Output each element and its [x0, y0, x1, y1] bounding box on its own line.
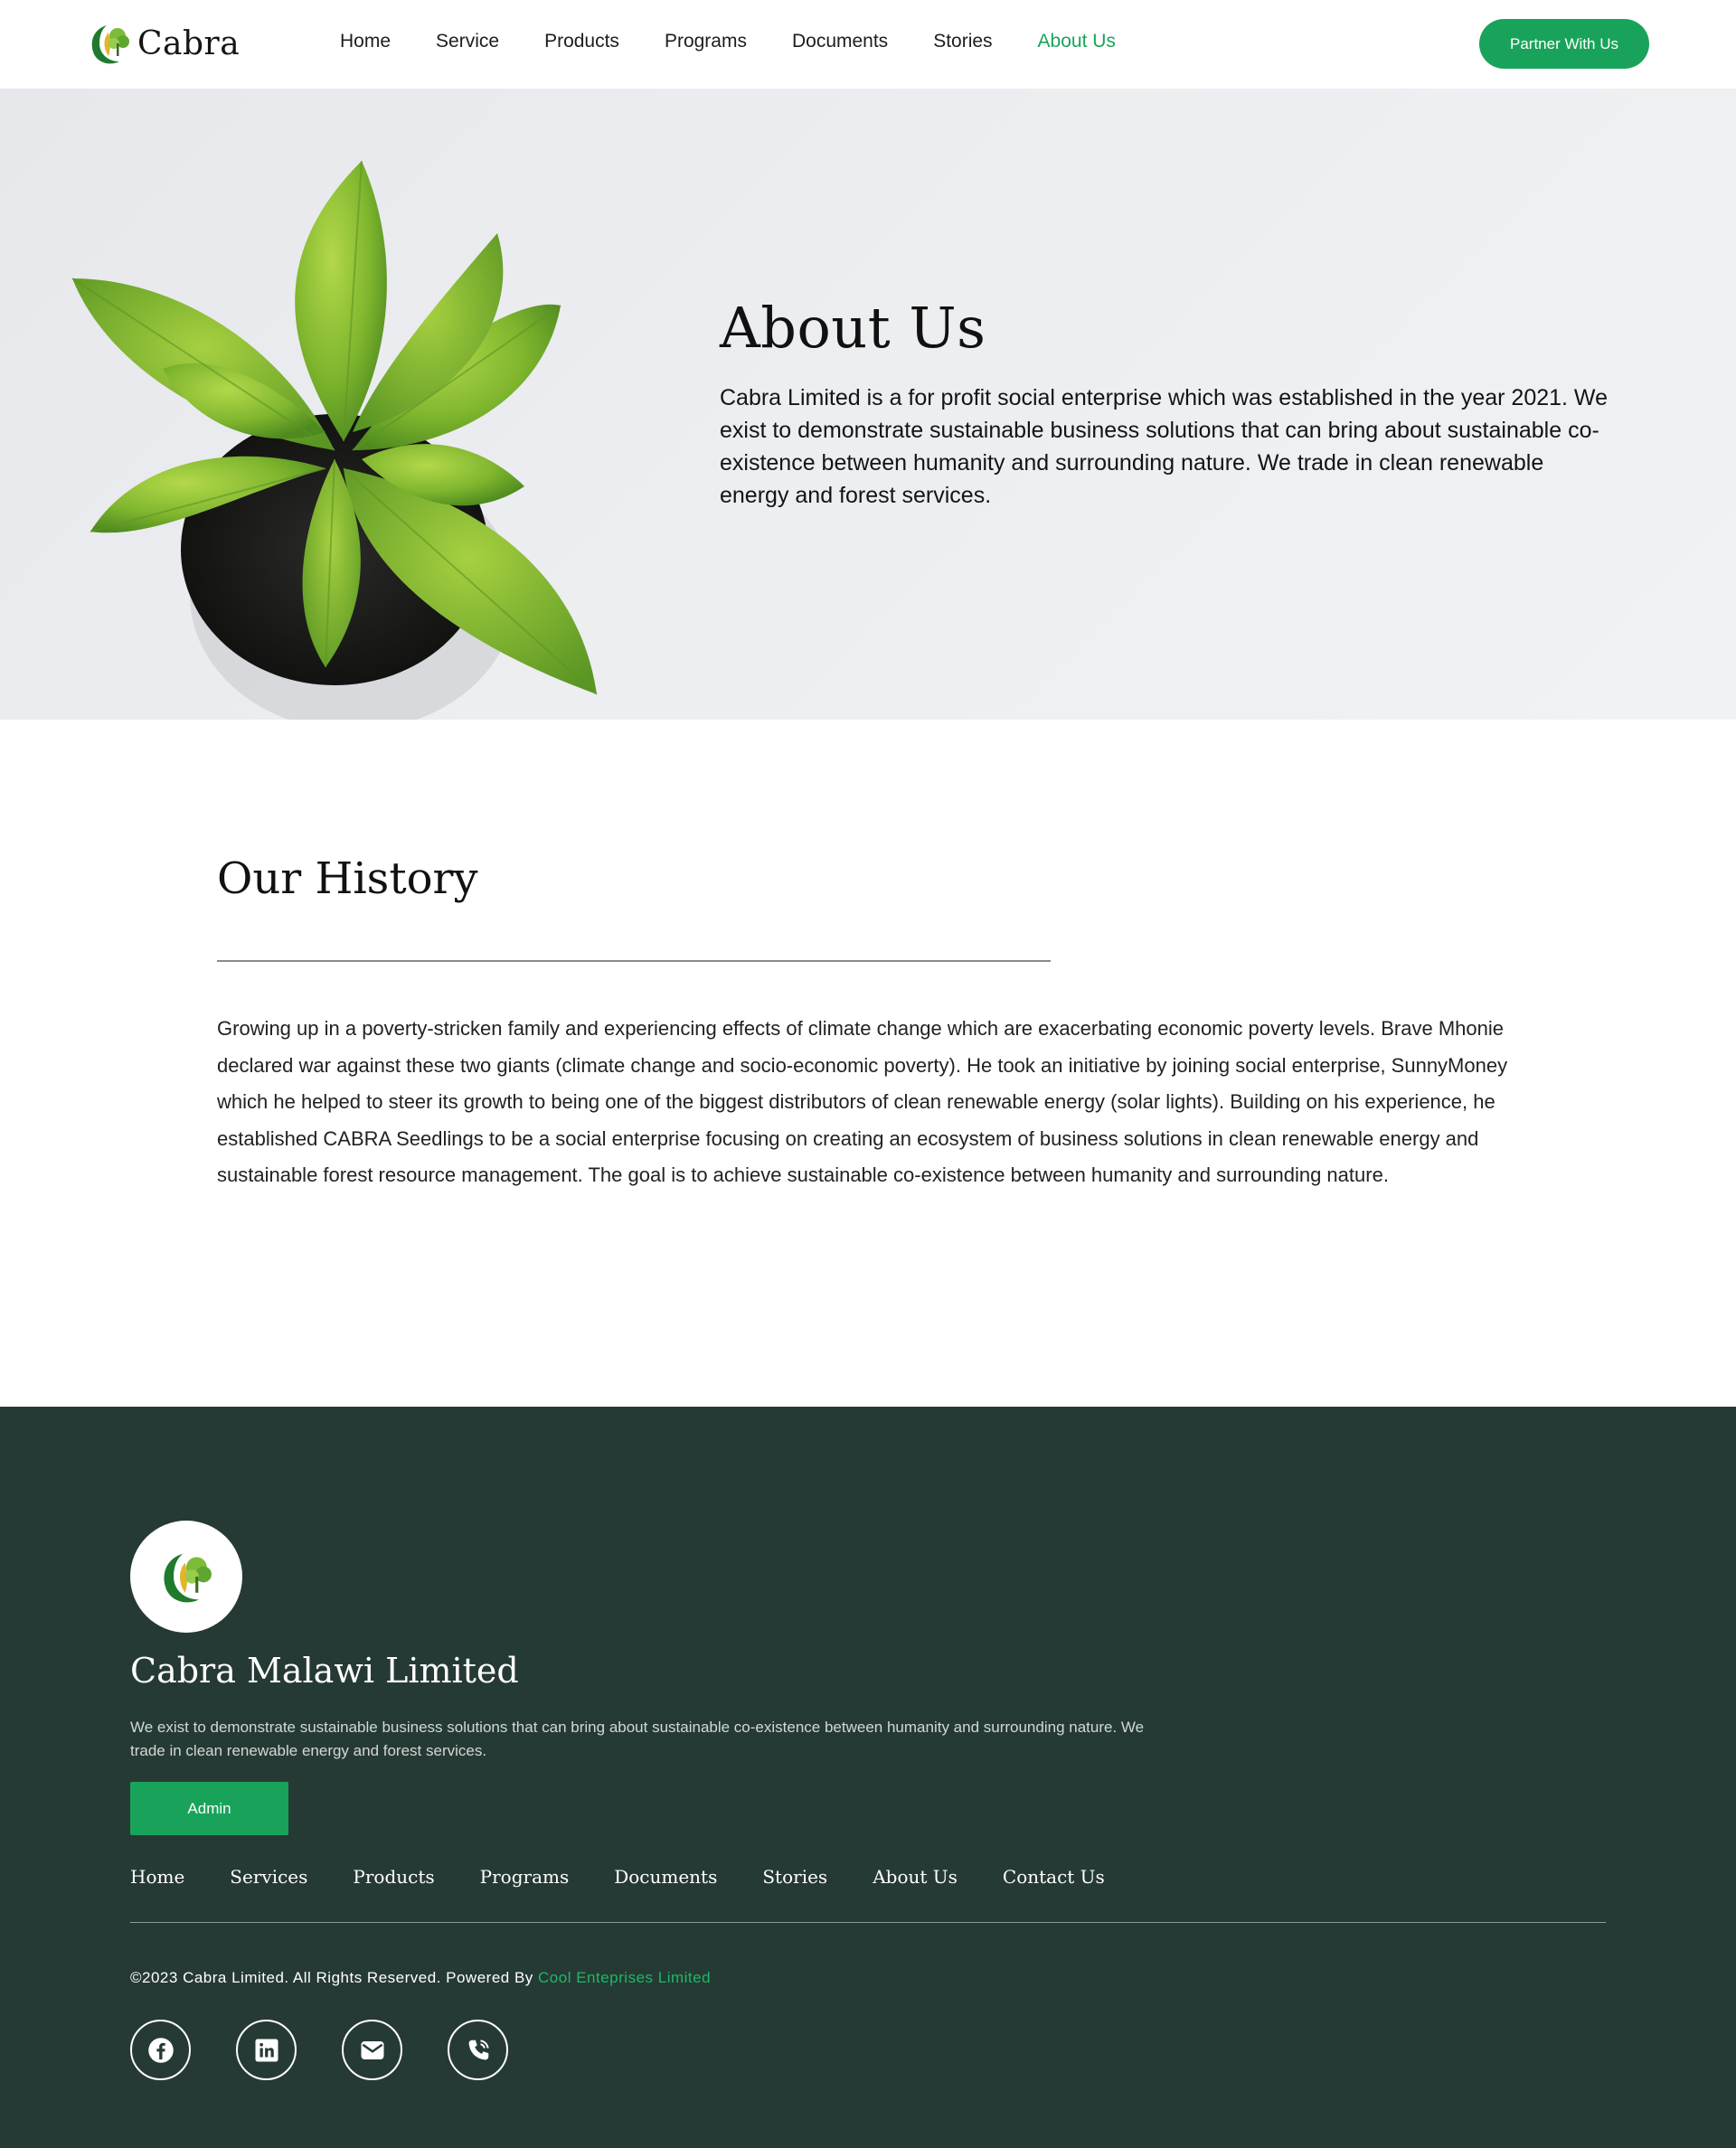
- linkedin-icon: [255, 2039, 278, 2061]
- footer-nav: Home Services Products Programs Document…: [130, 1866, 1150, 1888]
- nav-documents[interactable]: Documents: [792, 31, 888, 52]
- admin-button[interactable]: Admin: [130, 1782, 288, 1835]
- social-links: [130, 2020, 553, 2080]
- footer-nav-products[interactable]: Products: [353, 1866, 434, 1888]
- partner-with-us-button[interactable]: Partner With Us: [1479, 19, 1649, 69]
- nav-about-us[interactable]: About Us: [1038, 31, 1116, 52]
- facebook-link[interactable]: [130, 2020, 191, 2080]
- footer-logo[interactable]: [130, 1521, 242, 1633]
- nav-home[interactable]: Home: [340, 31, 391, 52]
- footer-nav-stories[interactable]: Stories: [762, 1866, 827, 1888]
- powered-by-link[interactable]: Cool Enteprises Limited: [538, 1969, 711, 1986]
- footer-nav-programs[interactable]: Programs: [480, 1866, 570, 1888]
- history-heading: Our History: [217, 853, 478, 904]
- plant-image: [71, 160, 598, 720]
- phone-link[interactable]: [448, 2020, 508, 2080]
- footer-nav-services[interactable]: Services: [230, 1866, 307, 1888]
- footer-divider: [130, 1922, 1606, 1923]
- footer-logo-icon: [164, 1553, 212, 1603]
- nav-service[interactable]: Service: [436, 31, 499, 52]
- footer-nav-about-us[interactable]: About Us: [873, 1866, 958, 1888]
- email-icon: [361, 2040, 383, 2059]
- logo-mark-icon: [91, 25, 129, 64]
- nav-programs[interactable]: Programs: [665, 31, 747, 52]
- history-text: Growing up in a poverty-stricken family …: [217, 1017, 1508, 1186]
- email-link[interactable]: [342, 2020, 402, 2080]
- phone-icon: [468, 2039, 489, 2059]
- site-header: Cabra Home Service Products Programs Doc…: [0, 0, 1736, 89]
- facebook-icon: [147, 2037, 174, 2063]
- footer-nav-home[interactable]: Home: [130, 1866, 184, 1888]
- footer-nav-documents[interactable]: Documents: [614, 1866, 717, 1888]
- hero-section: About Us Cabra Limited is a for profit s…: [0, 89, 1736, 720]
- nav-products[interactable]: Products: [544, 31, 619, 52]
- page-title: About Us: [720, 295, 986, 361]
- copyright-text: ©2023 Cabra Limited. All Rights Reserved…: [130, 1969, 539, 1986]
- nav-stories[interactable]: Stories: [933, 31, 992, 52]
- footer-description: We exist to demonstrate sustainable busi…: [130, 1719, 1145, 1759]
- footer-nav-contact-us[interactable]: Contact Us: [1003, 1866, 1105, 1888]
- linkedin-link[interactable]: [236, 2020, 297, 2080]
- copyright: ©2023 Cabra Limited. All Rights Reserved…: [130, 1969, 711, 1987]
- site-footer: Cabra Malawi Limited We exist to demonst…: [0, 1407, 1736, 2148]
- logo-text: Cabra: [137, 24, 241, 62]
- footer-company-name: Cabra Malawi Limited: [130, 1651, 519, 1691]
- logo[interactable]: Cabra: [87, 20, 240, 67]
- history-divider: [217, 960, 1051, 962]
- main-nav: Home Service Products Programs Documents…: [340, 31, 1161, 52]
- hero-description: Cabra Limited is a for profit social ent…: [720, 385, 1608, 508]
